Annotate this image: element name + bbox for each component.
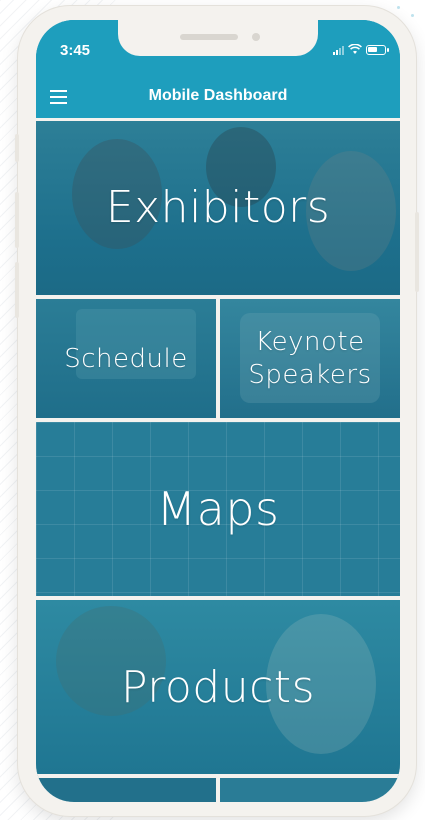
nav-bar: Mobile Dashboard bbox=[36, 76, 400, 118]
tile-label-products: Products bbox=[121, 661, 315, 713]
tile-label-exhibitors: Exhibitors bbox=[105, 181, 331, 233]
notch bbox=[118, 20, 318, 56]
tile-partial-right[interactable] bbox=[220, 778, 400, 802]
wifi-icon bbox=[348, 44, 362, 54]
page-title: Mobile Dashboard bbox=[148, 87, 288, 104]
phone-screen: 3:45 Mobile Dashboard Exhibitors Schedul… bbox=[36, 20, 400, 802]
cellular-signal-icon bbox=[333, 45, 344, 55]
tile-keynote-speakers[interactable]: Keynote Speakers bbox=[220, 299, 400, 418]
tile-exhibitors[interactable]: Exhibitors bbox=[36, 121, 400, 295]
tile-label-speakers: Speakers bbox=[248, 359, 372, 390]
tile-products[interactable]: Products bbox=[36, 600, 400, 774]
volume-up-button bbox=[15, 192, 19, 248]
front-camera bbox=[252, 33, 260, 41]
tile-label-keynote-speakers: Keynote Speakers bbox=[248, 326, 371, 391]
silent-switch bbox=[15, 134, 19, 162]
tile-partial-left[interactable] bbox=[36, 778, 216, 802]
status-bar: 3:45 bbox=[36, 20, 400, 76]
tile-label-schedule: Schedule bbox=[64, 343, 188, 374]
tile-label-maps: Maps bbox=[156, 482, 280, 536]
power-button bbox=[415, 212, 419, 292]
volume-down-button bbox=[15, 262, 19, 318]
tile-maps[interactable]: Maps bbox=[36, 422, 400, 596]
status-time: 3:45 bbox=[60, 42, 91, 59]
battery-icon bbox=[366, 44, 389, 55]
dashboard-tiles: Exhibitors Schedule Keynote Speakers Map… bbox=[36, 118, 400, 802]
tile-label-keynote: Keynote bbox=[255, 327, 365, 357]
speaker-grille bbox=[180, 34, 238, 40]
tile-schedule[interactable]: Schedule bbox=[36, 299, 216, 418]
status-icons bbox=[333, 44, 389, 55]
